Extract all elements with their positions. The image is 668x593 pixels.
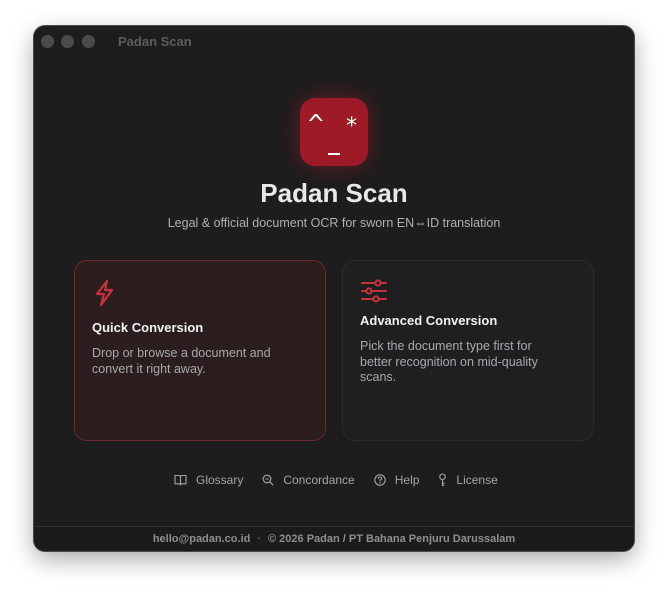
footer-links: Glossary Concordance Help License — [174, 471, 517, 489]
close-window-button[interactable] — [41, 35, 54, 48]
zoom-window-button[interactable] — [82, 35, 95, 48]
glossary-link-label: Glossary — [196, 473, 244, 487]
quick-conversion-title: Quick Conversion — [92, 320, 204, 335]
glossary-link[interactable]: Glossary — [174, 473, 243, 487]
advanced-conversion-title: Advanced Conversion — [360, 313, 498, 328]
app-window: Padan Scan ^ * Padan Scan Legal & offici… — [34, 26, 634, 551]
quick-conversion-description: Drop or browse a document and convert it… — [92, 346, 271, 376]
quick-conversion-card[interactable]: Quick Conversion Drop or browse a docume… — [74, 260, 326, 441]
minimize-window-button[interactable] — [61, 35, 74, 48]
logo-asterisk-glyph: * — [345, 114, 359, 139]
title-bar[interactable]: Padan Scan — [34, 26, 634, 58]
license-link[interactable]: License — [438, 473, 498, 487]
sliders-icon — [361, 279, 387, 303]
app-logo-icon: ^ * — [300, 98, 368, 166]
contact-email[interactable]: hello@padan.co.id — [153, 533, 251, 545]
footer-separator: · — [257, 533, 262, 545]
license-link-label: License — [456, 473, 498, 487]
logo-caret-glyph: ^ — [308, 110, 324, 140]
copyright-text: © 2026 Padan / PT Bahana Penjuru Darussa… — [268, 533, 516, 545]
key-icon — [439, 473, 447, 486]
question-circle-icon — [373, 474, 386, 486]
concordance-link-label: Concordance — [283, 473, 355, 487]
window-title: Padan Scan — [118, 34, 192, 49]
help-link[interactable]: Help — [373, 473, 420, 487]
magnifier-icon — [262, 474, 274, 486]
book-icon — [174, 474, 187, 486]
help-link-label: Help — [394, 473, 420, 487]
advanced-conversion-card[interactable]: Advanced Conversion Pick the document ty… — [342, 260, 594, 441]
app-tagline: Legal & official document OCR for sworn … — [167, 216, 501, 230]
concordance-link[interactable]: Concordance — [262, 473, 355, 487]
advanced-conversion-description: Pick the document type first for better … — [360, 339, 538, 384]
app-name-heading: Padan Scan — [260, 178, 408, 208]
lightning-bolt-icon — [95, 279, 114, 307]
status-footer: hello@padan.co.id · © 2026 Padan / PT Baha… — [34, 526, 634, 551]
logo-underscore — [328, 153, 340, 155]
